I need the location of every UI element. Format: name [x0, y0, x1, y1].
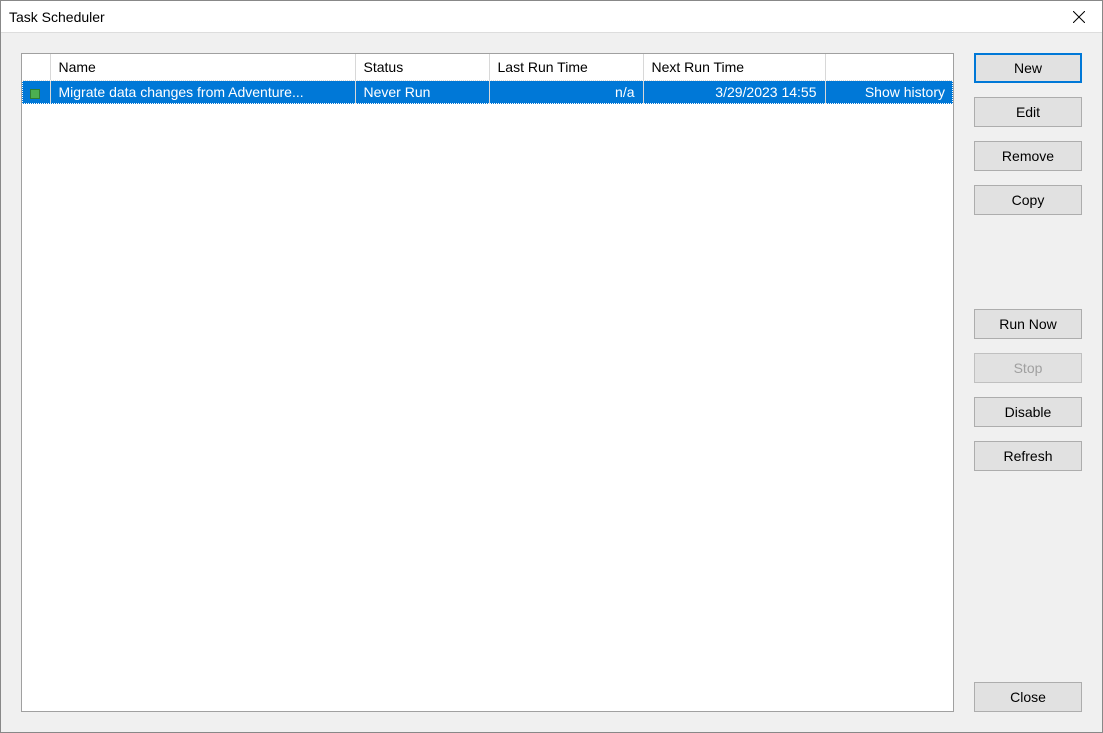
- column-header-status[interactable]: Status: [355, 54, 489, 80]
- column-header-last-run[interactable]: Last Run Time: [489, 54, 643, 80]
- stop-button: Stop: [974, 353, 1082, 383]
- task-next-run-cell: 3/29/2023 14:55: [643, 80, 825, 104]
- column-header-next-run[interactable]: Next Run Time: [643, 54, 825, 80]
- content-area: Name Status Last Run Time Next Run Time …: [1, 33, 1102, 732]
- column-header-name[interactable]: Name: [50, 54, 355, 80]
- task-table-container: Name Status Last Run Time Next Run Time …: [21, 53, 954, 712]
- task-scheduler-window: Task Scheduler: [0, 0, 1103, 733]
- column-header-action[interactable]: [825, 54, 953, 80]
- disable-button[interactable]: Disable: [974, 397, 1082, 427]
- close-icon[interactable]: [1056, 1, 1102, 33]
- task-name-cell: Migrate data changes from Adventure...: [50, 80, 355, 104]
- task-last-run-cell: n/a: [489, 80, 643, 104]
- titlebar: Task Scheduler: [1, 1, 1102, 33]
- new-button[interactable]: New: [974, 53, 1082, 83]
- spacer: [974, 229, 1082, 309]
- refresh-button[interactable]: Refresh: [974, 441, 1082, 471]
- column-header-icon[interactable]: [22, 54, 50, 80]
- show-history-link[interactable]: Show history: [865, 84, 945, 100]
- table-header-row: Name Status Last Run Time Next Run Time: [22, 54, 953, 80]
- spacer: [974, 485, 1082, 682]
- task-status-icon-cell: [22, 80, 50, 104]
- window-title: Task Scheduler: [9, 9, 105, 25]
- task-status-cell: Never Run: [355, 80, 489, 104]
- edit-button[interactable]: Edit: [974, 97, 1082, 127]
- copy-button[interactable]: Copy: [974, 185, 1082, 215]
- task-action-cell: Show history: [825, 80, 953, 104]
- task-table: Name Status Last Run Time Next Run Time …: [22, 54, 953, 104]
- table-row[interactable]: Migrate data changes from Adventure... N…: [22, 80, 953, 104]
- run-now-button[interactable]: Run Now: [974, 309, 1082, 339]
- task-status-icon: [30, 89, 40, 99]
- close-button[interactable]: Close: [974, 682, 1082, 712]
- remove-button[interactable]: Remove: [974, 141, 1082, 171]
- button-panel: New Edit Remove Copy Run Now Stop Disabl…: [974, 53, 1082, 712]
